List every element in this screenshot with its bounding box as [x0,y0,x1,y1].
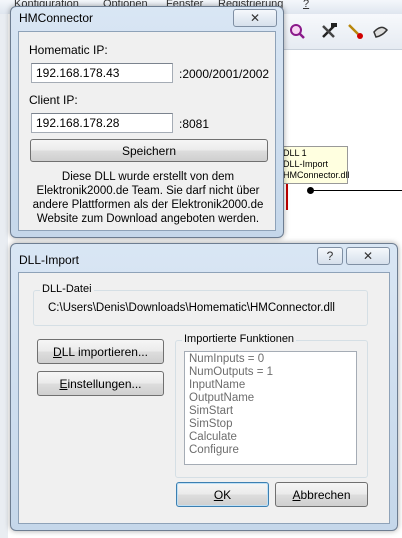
list-item[interactable]: SimStop [189,418,352,431]
info-line: andere Plattformen als der Elektronik200… [32,199,264,211]
schematic-red-connector [286,184,288,210]
block-line-2: DLL-Import [283,159,329,169]
hmconnector-window: HMConnector ✕ Homematic IP: 192.168.178.… [10,6,284,238]
magnifier-icon[interactable] [286,20,308,42]
cancel-label: bbrechen [300,487,351,502]
list-item[interactable]: InputName [189,379,352,392]
help-button[interactable]: ? [317,247,343,265]
dll-import-accel: D [53,344,62,359]
menu-item-help[interactable]: ? [303,0,309,10]
schematic-dll-block[interactable]: DLL 1 DLL-Import HMConnector.dll [280,146,350,184]
save-button[interactable]: Speichern [30,139,268,162]
brush-icon[interactable] [344,20,366,42]
homematic-ports: :2000/2001/2002 [179,67,270,81]
list-item[interactable]: NumInputs = 0 [189,353,352,366]
toolbar [282,14,402,50]
functions-listbox[interactable]: NumInputs = 0 NumOutputs = 1 InputName O… [184,351,357,465]
dll-file-group: DLL-Datei C:\Users\Denis\Downloads\Homem… [33,283,368,326]
imported-functions-group: Importierte Funktionen NumInputs = 0 Num… [175,333,368,478]
dll-import-button[interactable]: D LL importieren... [37,339,164,364]
hmconnector-client: Homematic IP: 192.168.178.43 :2000/2001/… [18,31,276,231]
list-item[interactable]: SimStart [189,405,352,418]
client-ip-field[interactable]: 192.168.178.28 [31,113,173,133]
dll-import-client: DLL-Datei C:\Users\Denis\Downloads\Homem… [18,272,390,524]
close-icon: ✕ [362,249,374,263]
dll-import-label: LL importieren... [61,344,148,359]
close-button[interactable]: ✕ [233,9,277,27]
imported-functions-group-label: Importierte Funktionen [182,333,297,345]
schematic-wire [310,190,402,191]
settings-accel: E [59,376,68,391]
window-title: HMConnector [19,11,94,25]
block-line-1: DLL 1 [283,148,307,158]
cancel-accel: A [292,487,301,502]
settings-label: instellungen... [67,376,142,391]
ok-label: K [223,487,232,502]
ok-button[interactable]: OK [176,482,269,507]
info-text: Diese DLL wurde erstellt von dem Elektro… [19,170,277,226]
homematic-ip-label: Homematic IP: [29,43,108,57]
close-button[interactable]: ✕ [346,247,390,265]
left-panel-strip [0,14,8,538]
client-ip-label: Client IP: [29,93,78,107]
list-item[interactable]: OutputName [189,392,352,405]
list-item[interactable]: NumOutputs = 1 [189,366,352,379]
schematic-junction-dot [307,187,314,194]
client-port: :8081 [179,117,210,131]
help-icon: ? [326,249,334,263]
dll-import-window: DLL-Import ? ✕ DLL-Datei C:\Users\Denis\… [10,243,398,531]
homematic-ip-field[interactable]: 192.168.178.43 [31,63,173,83]
info-line: Diese DLL wurde erstellt von dem [61,171,235,183]
info-line: Elektronik2000.de Team. Sie darf nicht ü… [36,185,260,197]
settings-button[interactable]: Einstellungen... [37,371,164,396]
list-item[interactable]: Calculate [189,431,352,444]
info-line: Website zum Download angeboten werden. [36,213,260,225]
ok-accel: O [213,487,224,502]
pen-icon[interactable] [370,20,392,42]
block-line-3: HMConnector.dll [283,170,350,180]
dll-file-path: C:\Users\Denis\Downloads\Homematic\HMCon… [48,302,335,314]
close-icon: ✕ [249,11,261,25]
cancel-button[interactable]: Abbrechen [275,482,368,507]
dll-file-group-label: DLL-Datei [40,283,94,295]
window-title: DLL-Import [19,253,80,267]
list-item[interactable]: Configure [189,444,352,457]
tools-icon[interactable] [318,20,340,42]
